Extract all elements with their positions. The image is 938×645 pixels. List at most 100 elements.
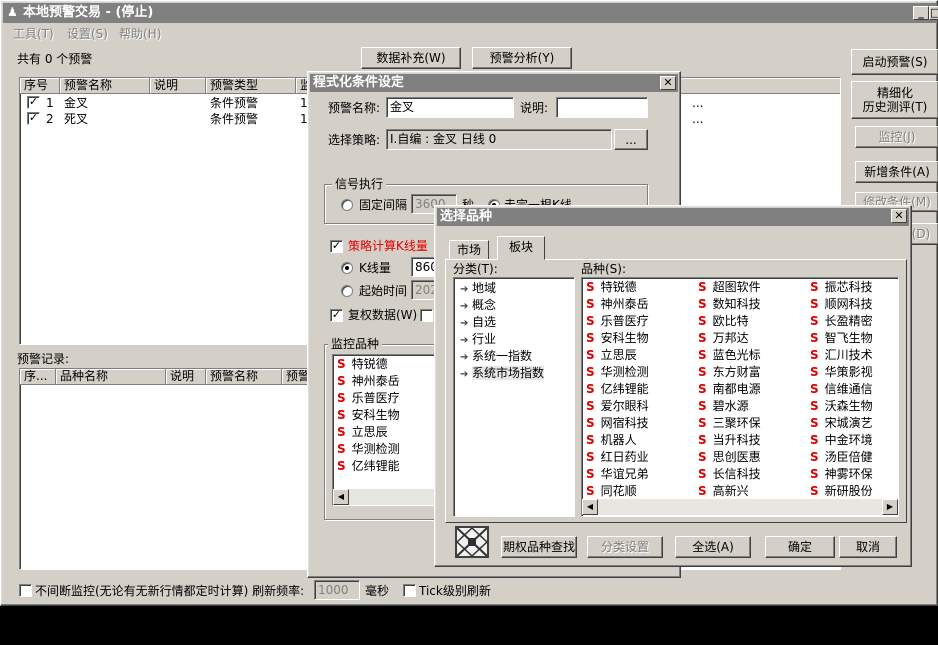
strategy-browse-button[interactable]: ... (614, 129, 648, 150)
tree-item-region[interactable]: ➔ 地域 (460, 280, 496, 298)
list-item[interactable]: S 安科生物 (337, 407, 400, 424)
col-type[interactable]: 预警类型 (206, 78, 296, 94)
row-checkbox[interactable]: ✓ (27, 112, 40, 125)
calc-kline-checkbox[interactable]: ✓ (330, 240, 343, 253)
list-item[interactable]: S 沃森生物 (810, 398, 873, 415)
continuous-monitor-checkbox[interactable] (19, 584, 32, 597)
tick-refresh-checkbox[interactable] (403, 584, 416, 597)
list-item[interactable]: S 宋城演艺 (810, 415, 873, 432)
row-checkbox[interactable]: ✓ (27, 96, 40, 109)
data-supplement-button[interactable]: 数据补充(W) (361, 47, 461, 69)
list-item[interactable]: S 同花顺 (586, 483, 637, 500)
start-alert-button[interactable]: 启动预警(S) (851, 49, 938, 75)
list-item[interactable]: S 乐普医疗 (337, 390, 400, 407)
list-item[interactable]: S 欧比特 (698, 313, 749, 330)
cancel-button[interactable]: 取消 (839, 536, 897, 558)
tree-item-sys-index[interactable]: ➔ 系统一指数 (460, 348, 532, 366)
refresh-freq-input[interactable]: 1000 (314, 580, 360, 600)
expand-arrow-icon[interactable]: ➔ (460, 315, 472, 332)
rec-col-desc[interactable]: 说明 (166, 369, 206, 385)
list-item[interactable]: S 神雾环保 (810, 466, 873, 483)
strategy-input[interactable]: I.自编 : 金叉 日线 0 (386, 129, 612, 150)
tab-market[interactable]: 市场 (449, 240, 489, 260)
list-item[interactable]: S 乐普医疗 (586, 313, 649, 330)
list-item[interactable]: S 华测检测 (586, 364, 649, 381)
list-item[interactable]: S 华测检测 (337, 441, 400, 458)
kline-count-radio[interactable] (341, 262, 353, 274)
col-no[interactable]: 序号 (20, 78, 60, 94)
list-item[interactable]: S 三聚环保 (698, 415, 761, 432)
list-item[interactable]: S 神州泰岳 (337, 373, 400, 390)
list-item[interactable]: S 超图软件 (698, 279, 761, 296)
select-all-button[interactable]: 全选(A) (675, 536, 751, 558)
list-item[interactable]: S 神州泰岳 (586, 296, 649, 313)
col-desc[interactable]: 说明 (150, 78, 206, 94)
list-item[interactable]: S 长信科技 (698, 466, 761, 483)
minimize-button[interactable]: _ (913, 6, 929, 20)
start-time-radio[interactable] (341, 285, 353, 297)
alert-name-input[interactable]: 金叉 (386, 97, 514, 118)
restore-extra-checkbox[interactable] (420, 309, 433, 322)
ok-button[interactable]: 确定 (765, 536, 835, 558)
list-item[interactable]: S 当升科技 (698, 432, 761, 449)
expand-arrow-icon[interactable]: ➔ (460, 332, 472, 349)
list-item[interactable]: S 信维通信 (810, 381, 873, 398)
list-item[interactable]: S 特锐德 (586, 279, 637, 296)
tree-item-industry[interactable]: ➔ 行业 (460, 331, 496, 349)
list-item[interactable]: S 顺网科技 (810, 296, 873, 313)
list-item[interactable]: S 碧水源 (698, 398, 749, 415)
maximize-button[interactable]: □ (929, 6, 938, 20)
stock-list[interactable]: ◀ ▶ S 特锐德 S 神州泰岳 S 乐普医疗 S 安科生物 S 立思辰 S 华测检测 S 亿纬锂能 S 爱尔… (581, 277, 899, 517)
rec-col-name[interactable]: 品种名称 (56, 369, 166, 385)
list-item[interactable]: S 高新兴 (698, 483, 749, 500)
history-eval-button[interactable]: 精细化 历史测评(T) (851, 81, 938, 119)
add-condition-button[interactable]: 新增条件(A) (855, 161, 938, 183)
col-name[interactable]: 预警名称 (60, 78, 150, 94)
list-item[interactable]: S 汤臣倍健 (810, 449, 873, 466)
list-item[interactable]: S 亿纬锂能 (586, 381, 649, 398)
restore-data-checkbox[interactable]: ✓ (330, 309, 343, 322)
list-item[interactable]: S 红日药业 (586, 449, 649, 466)
menu-tools[interactable]: 工具(T) (13, 25, 54, 42)
tree-item-concept[interactable]: ➔ 概念 (460, 297, 496, 315)
select-dialog-close-button[interactable]: ✕ (891, 209, 907, 223)
desc-input[interactable] (556, 97, 648, 118)
list-item[interactable]: S 立思辰 (586, 347, 637, 364)
list-item[interactable]: S 东方财富 (698, 364, 761, 381)
list-item[interactable]: S 机器人 (586, 432, 637, 449)
expand-arrow-icon[interactable]: ➔ (460, 298, 472, 315)
list-item[interactable]: S 网宿科技 (586, 415, 649, 432)
list-item[interactable]: S 新研股份 (810, 483, 873, 500)
condition-dialog-close-button[interactable]: ✕ (660, 76, 676, 90)
tree-item-custom[interactable]: ➔ 自选 (460, 314, 496, 332)
stock-list-hscrollbar[interactable]: ◀ ▶ (582, 499, 898, 515)
list-item[interactable]: S 振芯科技 (810, 279, 873, 296)
expand-arrow-icon[interactable]: ➔ (460, 281, 472, 298)
rec-col-alert[interactable]: 预警名称 (206, 369, 282, 385)
list-item[interactable]: S 汇川技术 (810, 347, 873, 364)
list-item[interactable]: S 爱尔眼科 (586, 398, 649, 415)
option-search-button[interactable]: 期权品种查找 (501, 536, 577, 558)
scroll-left-icon[interactable]: ◀ (582, 499, 598, 515)
list-item[interactable]: S 南都电源 (698, 381, 761, 398)
list-item[interactable]: S 数知科技 (698, 296, 761, 313)
list-item[interactable]: S 中金环境 (810, 432, 873, 449)
expand-arrow-icon[interactable]: ➔ (460, 366, 472, 383)
alert-analysis-button[interactable]: 预警分析(Y) (472, 47, 572, 69)
fixed-interval-radio[interactable] (341, 199, 353, 211)
menu-help[interactable]: 帮助(H) (119, 25, 161, 42)
list-item[interactable]: S 华谊兄弟 (586, 466, 649, 483)
list-item[interactable]: S 华策影视 (810, 364, 873, 381)
scroll-right-icon[interactable]: ▶ (882, 499, 898, 515)
list-item[interactable]: S 安科生物 (586, 330, 649, 347)
list-item[interactable]: S 智飞生物 (810, 330, 873, 347)
tree-item-sys-market-index[interactable]: ➔ 系统市场指数 (460, 365, 545, 383)
list-item[interactable]: S 长盈精密 (810, 313, 873, 330)
scroll-left-icon[interactable]: ◀ (333, 489, 349, 505)
list-item[interactable]: S 特锐德 (337, 356, 388, 373)
rec-col-no[interactable]: 序... (20, 369, 56, 385)
monitor-button[interactable]: 监控(J) (855, 126, 938, 148)
list-item[interactable]: S 万邦达 (698, 330, 749, 347)
list-item[interactable]: S 思创医惠 (698, 449, 761, 466)
category-tree[interactable]: ➔ 地域 ➔ 概念 ➔ 自选 ➔ 行业 ➔ 系统一指数 ➔ 系统市场指数 (453, 277, 575, 517)
